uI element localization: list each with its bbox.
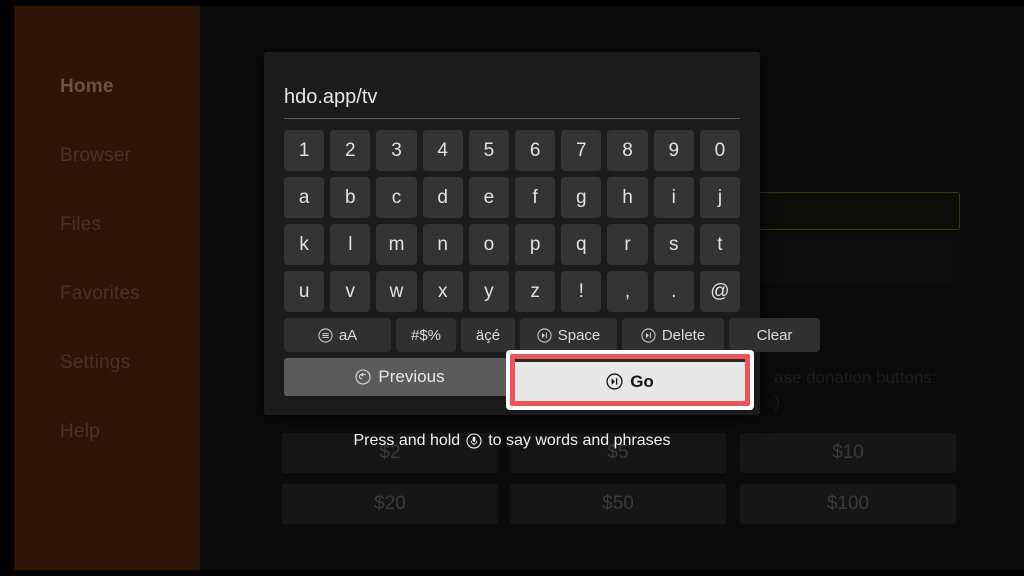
background-box <box>756 234 956 284</box>
tv-screen: ase donation buttons: ) $2 $5 $10 $20 $5… <box>0 0 1024 576</box>
key-t[interactable]: t <box>699 224 741 265</box>
sidebar-item-files[interactable]: Files <box>60 214 101 236</box>
key-8[interactable]: 8 <box>607 130 648 171</box>
microphone-icon <box>466 433 482 449</box>
previous-button-label: Previous <box>378 367 445 386</box>
key-1[interactable]: 1 <box>284 130 325 171</box>
key-w[interactable]: w <box>376 271 417 312</box>
key-s[interactable]: s <box>653 224 694 265</box>
sidebar-item-home[interactable]: Home <box>60 76 114 98</box>
key-e[interactable]: e <box>468 177 510 218</box>
key-space[interactable]: Space <box>520 318 617 352</box>
key-l[interactable]: l <box>330 224 371 265</box>
key-r[interactable]: r <box>607 224 648 265</box>
key-f[interactable]: f <box>515 177 556 218</box>
key-period[interactable]: . <box>653 271 694 312</box>
key-exclamation[interactable]: ! <box>561 271 602 312</box>
voice-hint-text-after: to say words and phrases <box>488 432 671 449</box>
sidebar-item-browser[interactable]: Browser <box>60 145 131 167</box>
key-4[interactable]: 4 <box>422 130 463 171</box>
key-y[interactable]: y <box>468 271 510 312</box>
keyboard-function-row: aA #$% äçé Space Delete Clear <box>284 318 820 352</box>
key-j[interactable]: j <box>699 177 741 218</box>
donation-button-100[interactable]: $100 <box>740 484 956 524</box>
key-9[interactable]: 9 <box>653 130 694 171</box>
url-input[interactable] <box>284 82 740 112</box>
go-button-focus-frame: Go <box>506 350 754 410</box>
key-h[interactable]: h <box>607 177 648 218</box>
key-i[interactable]: i <box>653 177 694 218</box>
keyboard-row-a-j: a b c d e f g h i j <box>284 177 741 218</box>
key-u[interactable]: u <box>284 271 325 312</box>
key-3[interactable]: 3 <box>376 130 417 171</box>
key-n[interactable]: n <box>422 224 463 265</box>
key-delete-label: Delete <box>661 326 706 344</box>
go-button[interactable]: Go <box>515 359 745 401</box>
key-7[interactable]: 7 <box>561 130 602 171</box>
key-x[interactable]: x <box>422 271 463 312</box>
go-button-label: Go <box>630 371 654 391</box>
playpause-circle-icon <box>537 327 552 343</box>
voice-hint: Press and hold to say words and phrases <box>0 432 1024 450</box>
donation-text-line-1: ase donation buttons: <box>774 368 937 387</box>
playpause-circle-icon <box>641 327 656 343</box>
key-g[interactable]: g <box>561 177 602 218</box>
sidebar-item-settings[interactable]: Settings <box>60 352 130 374</box>
keyboard-row-u-at: u v w x y z ! , . @ <box>284 271 741 312</box>
key-case-toggle[interactable]: aA <box>284 318 391 352</box>
go-button-focus-ring: Go <box>510 354 750 406</box>
menu-circle-icon <box>318 327 333 343</box>
key-accents[interactable]: äçé <box>461 318 515 352</box>
back-circle-icon <box>355 369 371 385</box>
key-d[interactable]: d <box>422 177 463 218</box>
key-c[interactable]: c <box>376 177 417 218</box>
key-5[interactable]: 5 <box>468 130 510 171</box>
donation-button-20[interactable]: $20 <box>282 484 498 524</box>
key-m[interactable]: m <box>376 224 417 265</box>
donation-button-50[interactable]: $50 <box>510 484 726 524</box>
key-2[interactable]: 2 <box>330 130 371 171</box>
url-input-wrapper[interactable] <box>284 82 740 119</box>
sidebar: Home Browser Files Favorites Settings He… <box>14 6 200 570</box>
key-6[interactable]: 6 <box>515 130 556 171</box>
key-case-toggle-label: aA <box>338 326 358 344</box>
playpause-circle-icon <box>606 373 623 390</box>
previous-button[interactable]: Previous <box>284 358 516 396</box>
key-clear[interactable]: Clear <box>729 318 820 352</box>
keyboard-row-k-t: k l m n o p q r s t <box>284 224 741 265</box>
key-p[interactable]: p <box>515 224 556 265</box>
key-b[interactable]: b <box>330 177 371 218</box>
key-symbols[interactable]: #$% <box>396 318 456 352</box>
key-v[interactable]: v <box>330 271 371 312</box>
key-space-label: Space <box>557 326 601 344</box>
voice-hint-text-before: Press and hold <box>353 432 461 449</box>
key-z[interactable]: z <box>515 271 556 312</box>
keyboard-row-digits: 1 2 3 4 5 6 7 8 9 0 <box>284 130 741 171</box>
key-a[interactable]: a <box>284 177 325 218</box>
key-comma[interactable]: , <box>607 271 648 312</box>
donation-text-line-2: ) <box>774 392 780 411</box>
key-k[interactable]: k <box>284 224 325 265</box>
key-at[interactable]: @ <box>699 271 741 312</box>
background-highlight-box <box>756 192 960 230</box>
key-delete[interactable]: Delete <box>622 318 724 352</box>
sidebar-item-favorites[interactable]: Favorites <box>60 283 140 305</box>
key-0[interactable]: 0 <box>699 130 741 171</box>
key-q[interactable]: q <box>561 224 602 265</box>
key-o[interactable]: o <box>468 224 510 265</box>
